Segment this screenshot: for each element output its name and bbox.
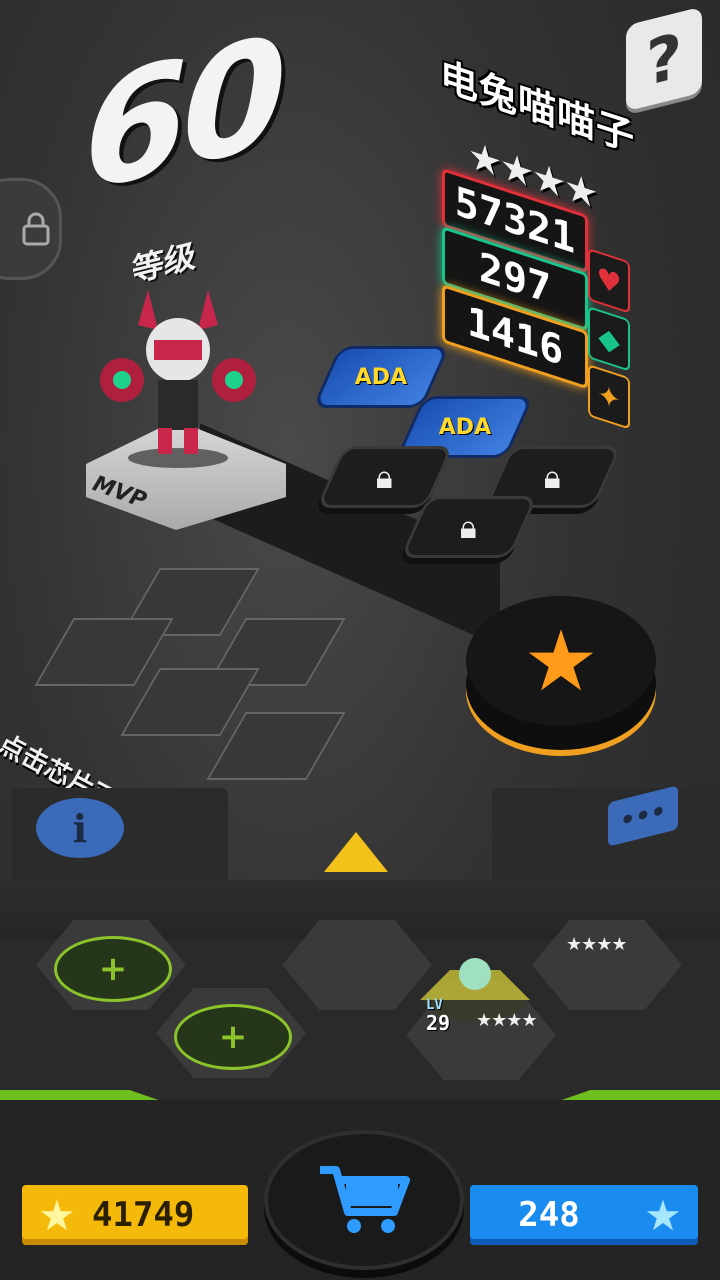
coin-counter[interactable]: ★ 41749	[22, 1185, 248, 1245]
team-unit-stars: ★★★★	[566, 934, 628, 955]
character-sprite[interactable]	[98, 270, 258, 470]
gem-value: 248	[518, 1195, 580, 1235]
side-lock-button[interactable]	[0, 178, 62, 280]
add-unit-button[interactable]: +	[174, 1004, 292, 1070]
gem-star-icon: ★	[644, 1190, 682, 1240]
star-upgrade-button[interactable]: ★	[452, 596, 670, 766]
chat-icon: •••	[608, 785, 678, 847]
level-display: 60 等级	[70, 3, 281, 290]
lock-icon: 🔒︎	[544, 457, 562, 496]
lock-icon: 🔒︎	[376, 457, 394, 496]
lock-icon	[22, 212, 50, 246]
shop-button[interactable]	[264, 1130, 464, 1270]
star-icon: ★	[523, 612, 599, 710]
team-unit-level: LV 29	[426, 996, 451, 1035]
add-unit-button[interactable]: +	[54, 936, 172, 1002]
chip-label: ADA	[354, 364, 408, 390]
team-unit-stars: ★★★★	[476, 1010, 538, 1031]
gem-counter[interactable]: 248 ★	[470, 1185, 698, 1245]
cart-icon	[320, 1166, 410, 1233]
chip-label: ADA	[438, 414, 492, 440]
arrow-up-icon[interactable]	[324, 832, 388, 872]
info-icon: i	[36, 798, 124, 858]
coin-value: 41749	[92, 1195, 195, 1235]
coin-star-icon: ★	[38, 1190, 76, 1240]
lock-icon: 🔒︎	[460, 507, 478, 546]
question-icon: ?	[646, 18, 682, 100]
level-value: 29	[426, 1011, 451, 1035]
level-number: 60	[84, 3, 281, 227]
